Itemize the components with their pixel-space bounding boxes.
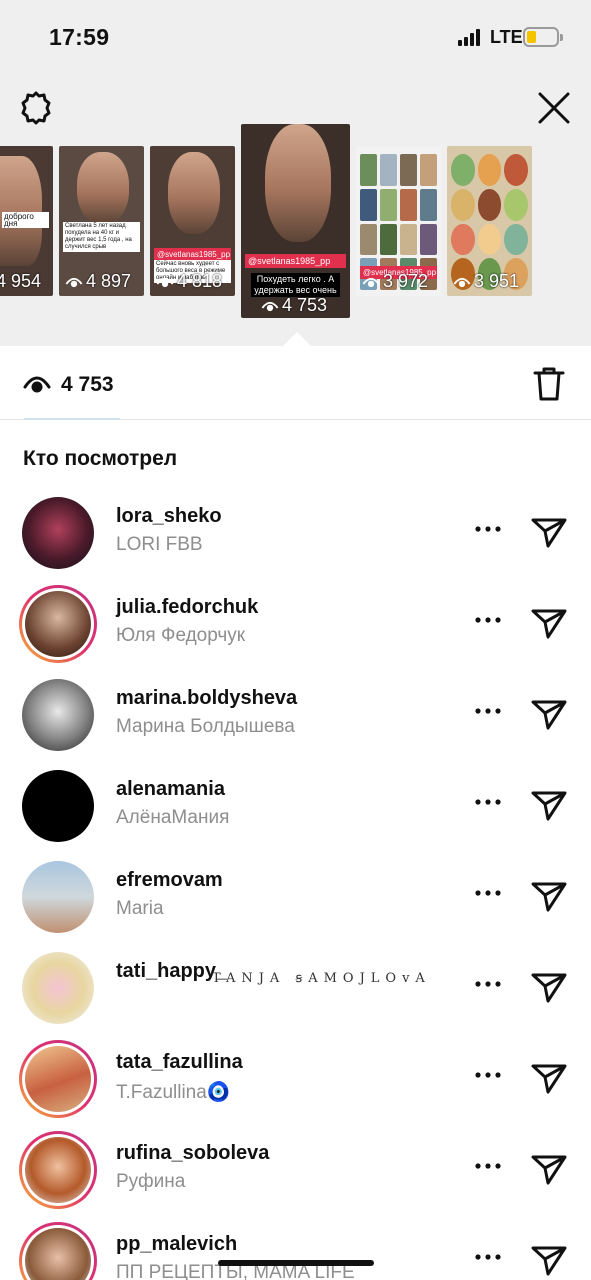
viewer-username[interactable]: pp_malevich — [116, 1233, 237, 1256]
eye-icon — [261, 301, 279, 311]
viewer-full-name: АлёнаМания — [116, 807, 230, 828]
story-view-count: 4 818 — [156, 271, 222, 292]
more-options-icon[interactable] — [474, 1161, 502, 1171]
story-mention-tag: @svetlanas1985_pp — [245, 254, 346, 268]
send-message-icon[interactable] — [530, 1060, 568, 1096]
viewer-full-name: Maria — [116, 898, 164, 919]
story-thumbnail-selected[interactable]: @svetlanas1985_pp Похудеть легко . А уде… — [241, 124, 350, 318]
send-message-icon[interactable] — [530, 605, 568, 641]
more-options-icon[interactable] — [474, 979, 502, 989]
send-message-icon[interactable] — [530, 696, 568, 732]
viewer-full-name: LORI FBB — [116, 534, 203, 555]
story-caption: доброго дня — [2, 212, 49, 228]
more-options-icon[interactable] — [474, 888, 502, 898]
viewer-row[interactable]: marina.boldysheva Марина Болдышева — [0, 670, 591, 761]
avatar[interactable] — [19, 858, 97, 936]
viewer-username[interactable]: alenamania — [116, 778, 225, 801]
tab-indicator — [24, 418, 120, 420]
eye-icon — [362, 277, 380, 287]
avatar[interactable] — [19, 585, 97, 663]
viewer-username[interactable]: rufina_soboleva — [116, 1142, 269, 1165]
story-tray-area: 17:59 LTE доброго дня 4 954 Светлана 5 л… — [0, 0, 591, 346]
viewer-row[interactable]: tata_fazullina T.Fazullina🧿 — [0, 1034, 591, 1125]
story-view-count: 3 951 — [453, 271, 519, 292]
viewer-username[interactable]: tati_happy_ — [116, 960, 227, 983]
viewer-full-name: Марина Болдышева — [116, 716, 295, 737]
avatar[interactable] — [19, 1131, 97, 1209]
viewer-username[interactable]: julia.fedorchuk — [116, 596, 258, 619]
story-view-count: 4 897 — [65, 271, 131, 292]
viewer-full-name: Юля Федорчук — [116, 625, 246, 646]
avatar[interactable] — [19, 494, 97, 572]
send-message-icon[interactable] — [530, 787, 568, 823]
view-count: 4 753 — [61, 373, 114, 396]
section-title: Кто посмотрел — [23, 447, 178, 470]
story-thumbnail[interactable]: 3 951 — [447, 146, 532, 296]
story-thumbnail[interactable]: @svetlanas1985_pp 3 972 — [356, 146, 441, 296]
viewer-row[interactable]: rufina_soboleva Руфина — [0, 1125, 591, 1216]
send-message-icon[interactable] — [530, 878, 568, 914]
food-collage — [451, 154, 528, 290]
viewer-username[interactable]: tata_fazullina — [116, 1051, 243, 1074]
send-message-icon[interactable] — [530, 969, 568, 1005]
more-options-icon[interactable] — [474, 1070, 502, 1080]
close-icon[interactable] — [536, 90, 572, 126]
more-options-icon[interactable] — [474, 615, 502, 625]
viewer-row[interactable]: pp_malevich ПП РЕЦЕПТЫ, MAMA LIFE — [0, 1216, 591, 1280]
more-options-icon[interactable] — [474, 797, 502, 807]
more-options-icon[interactable] — [474, 524, 502, 534]
send-message-icon[interactable] — [530, 1242, 568, 1278]
story-thumbnail[interactable]: Светлана 5 лет назад похудела на 40 кг и… — [59, 146, 144, 296]
status-time: 17:59 — [49, 24, 110, 50]
story-thumbnail[interactable]: @svetlanas1985_pp Сейчас вновь худеет с … — [150, 146, 235, 296]
eye-icon — [65, 277, 83, 287]
avatar[interactable] — [19, 949, 97, 1027]
viewer-username[interactable]: marina.boldysheva — [116, 687, 297, 710]
story-view-count: 4 954 — [0, 271, 42, 291]
viewer-username[interactable]: lora_sheko — [116, 505, 222, 528]
viewers-sheet: 4 753 Кто посмотрел lora_sheko LORI FBB … — [0, 346, 591, 1280]
home-indicator[interactable] — [218, 1260, 374, 1266]
avatar[interactable] — [19, 767, 97, 845]
viewer-row[interactable]: tati_happy_ TANJA ꞩAMOJLOvA — [0, 943, 591, 1034]
avatar[interactable] — [19, 1040, 97, 1118]
more-options-icon[interactable] — [474, 706, 502, 716]
network-label: LTE — [490, 27, 523, 47]
signal-icon — [458, 29, 484, 46]
story-caption: Похудеть легко . А удержать вес очень — [251, 273, 340, 297]
viewer-username[interactable]: efremovam — [116, 869, 223, 892]
eye-icon — [453, 277, 471, 287]
views-summary-row: 4 753 — [0, 346, 591, 420]
battery-icon — [523, 27, 563, 47]
story-thumbnail[interactable]: доброго дня 4 954 — [0, 146, 53, 296]
eye-icon — [23, 376, 51, 393]
story-caption: Светлана 5 лет назад похудела на 40 кг и… — [63, 222, 140, 252]
viewer-bio-decoration: TANJA ꞩAMOJLOvA — [212, 971, 431, 986]
more-options-icon[interactable] — [474, 1252, 502, 1262]
avatar[interactable] — [19, 676, 97, 754]
eye-icon — [156, 277, 174, 287]
story-view-count: 4 753 — [261, 295, 327, 316]
trash-icon[interactable] — [532, 366, 566, 402]
status-bar: 17:59 LTE — [0, 0, 591, 76]
selection-pointer — [283, 332, 311, 346]
viewer-row[interactable]: alenamania АлёнаМания — [0, 761, 591, 852]
viewer-row[interactable]: julia.fedorchuk Юля Федорчук — [0, 579, 591, 670]
send-message-icon[interactable] — [530, 1151, 568, 1187]
viewer-full-name: T.Fazullina🧿 — [116, 1082, 231, 1103]
send-message-icon[interactable] — [530, 514, 568, 550]
viewer-row[interactable]: efremovam Maria — [0, 852, 591, 943]
gear-icon[interactable] — [18, 90, 54, 126]
viewer-row[interactable]: lora_sheko LORI FBB — [0, 488, 591, 579]
story-view-count: 3 972 — [362, 271, 428, 292]
viewer-full-name: Руфина — [116, 1171, 186, 1192]
avatar[interactable] — [19, 1222, 97, 1280]
